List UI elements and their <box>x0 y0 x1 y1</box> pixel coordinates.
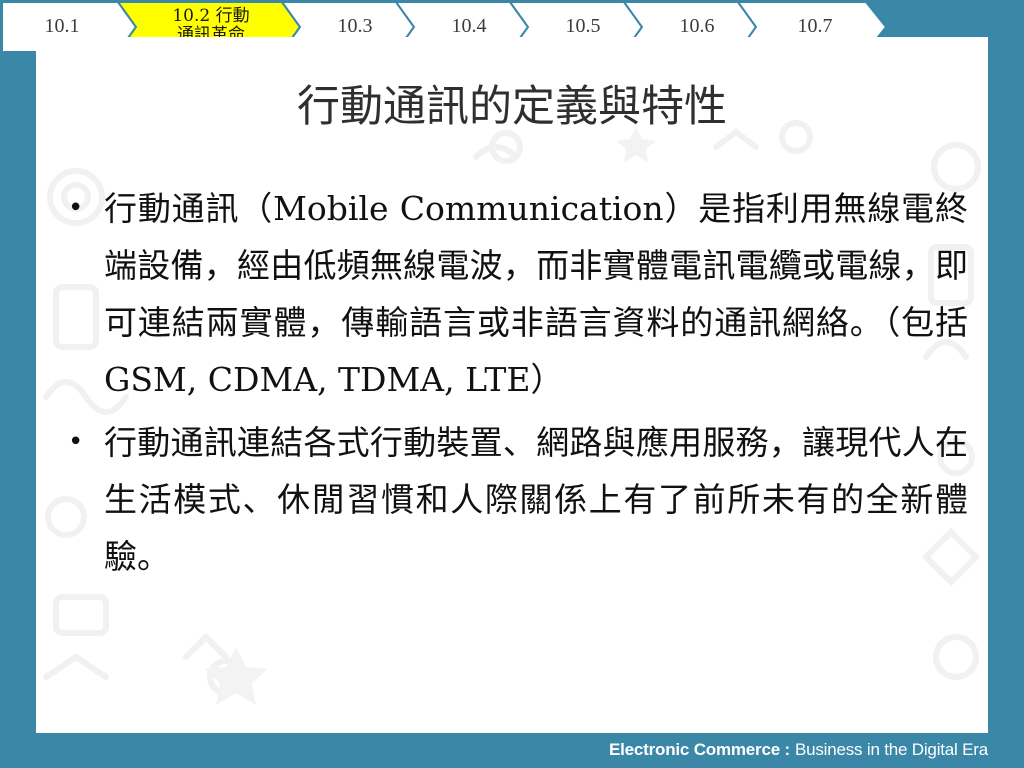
footer-brand: Electronic Commerce : <box>608 740 790 759</box>
bullet-item: • 行動通訊連結各式行動裝置、網路與應用服務，讓現代人在生活模式、休閒習慣和人際… <box>68 414 968 585</box>
bullet-marker: • <box>68 193 84 223</box>
footer: Electronic Commerce : Business in the Di… <box>609 736 988 764</box>
bullet-list: • 行動通訊（Mobile Communication）是指利用無線電終端設備，… <box>68 180 968 585</box>
bullet-text: 行動通訊（Mobile Communication）是指利用無線電終端設備，經由… <box>104 189 968 399</box>
slide-panel: 行動通訊的定義與特性 • 行動通訊（Mobile Communication）是… <box>36 37 988 733</box>
bullet-item: • 行動通訊（Mobile Communication）是指利用無線電終端設備，… <box>68 180 968 408</box>
bullet-text: 行動通訊連結各式行動裝置、網路與應用服務，讓現代人在生活模式、休閒習慣和人際關係… <box>104 423 968 576</box>
footer-subtitle: Business in the Digital Era <box>794 740 988 759</box>
bullet-marker: • <box>68 427 84 457</box>
slide-title: 行動通訊的定義與特性 <box>297 82 727 132</box>
